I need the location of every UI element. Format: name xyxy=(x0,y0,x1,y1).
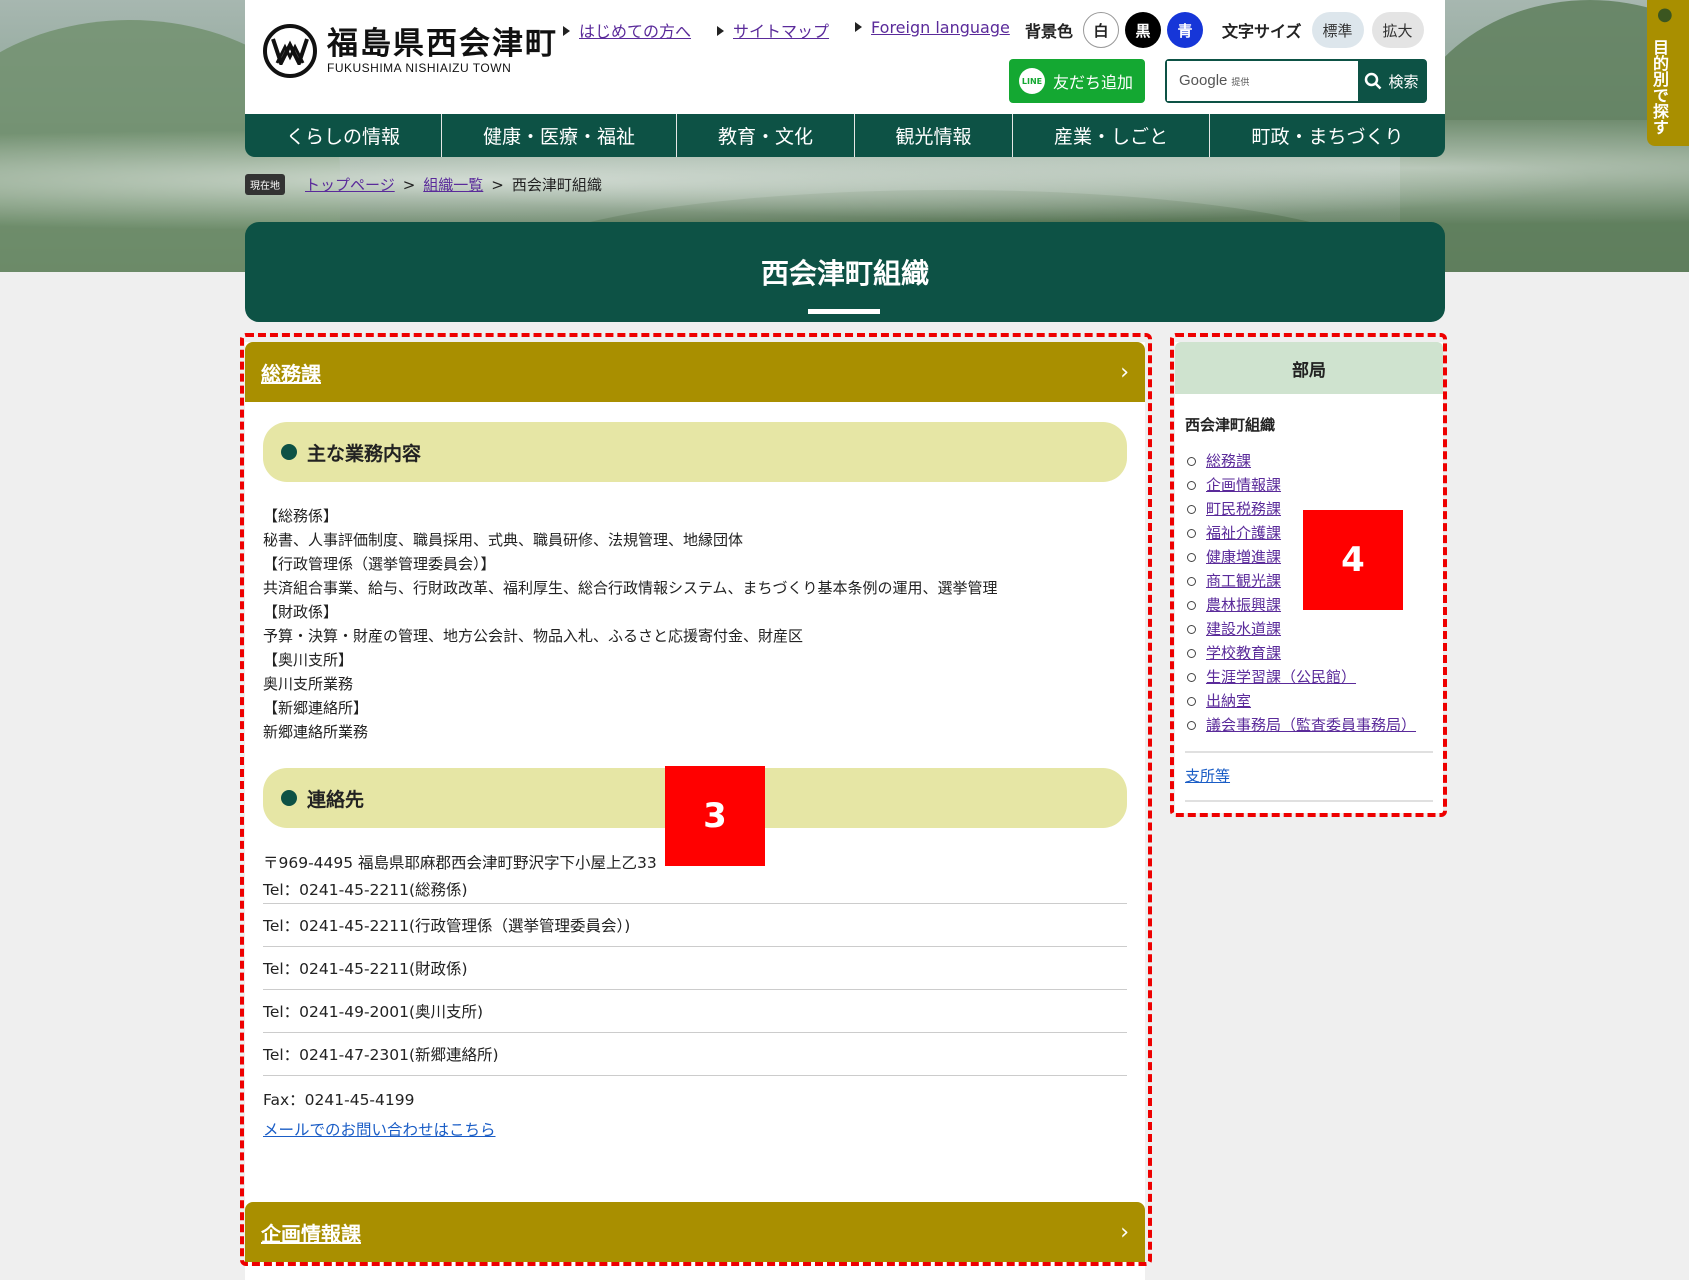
site-search: Google 提供 検索 xyxy=(1165,59,1427,103)
font-size-switcher: 文字サイズ 標準 拡大 xyxy=(1222,12,1424,48)
triangle-right-icon xyxy=(855,22,863,32)
page-title-bar: 西会津町組織 xyxy=(245,222,1445,322)
search-button-label: 検索 xyxy=(1388,72,1419,91)
breadcrumb-current: 西会津町組織 xyxy=(511,176,602,194)
nav-item-tourism[interactable]: 観光情報 xyxy=(855,114,1013,157)
breadcrumb-separator: > xyxy=(402,175,416,194)
link-first-time[interactable]: はじめての方へ xyxy=(579,22,691,41)
triangle-right-icon xyxy=(717,26,725,36)
utility-nav: はじめての方へ サイトマップ Foreign language xyxy=(563,18,1010,42)
site-logo[interactable]: 福島県西会津町 FUKUSHIMA NISHIAIZU TOWN xyxy=(263,24,558,78)
main-navigation: くらしの情報 健康・医療・福祉 教育・文化 観光情報 産業・しごと 町政・まちづ… xyxy=(245,114,1445,157)
breadcrumb: 現在地 トップページ > 組織一覧 > 西会津町組織 xyxy=(245,174,602,195)
nav-item-health[interactable]: 健康・医療・福祉 xyxy=(442,114,677,157)
bgcolor-label: 背景色 xyxy=(1025,22,1074,41)
page-title: 西会津町組織 xyxy=(760,257,929,290)
link-sitemap[interactable]: サイトマップ xyxy=(733,22,829,41)
link-foreign-language[interactable]: Foreign language xyxy=(871,18,1010,37)
bgcolor-blue-button[interactable]: 青 xyxy=(1167,12,1204,48)
annotation-marker-3: 3 xyxy=(665,766,765,866)
site-header: 福島県西会津町 FUKUSHIMA NISHIAIZU TOWN はじめての方へ… xyxy=(245,0,1445,114)
nav-item-industry[interactable]: 産業・しごと xyxy=(1013,114,1210,157)
annotation-marker-4: 4 xyxy=(1303,510,1403,610)
title-underline xyxy=(808,309,880,314)
person-icon: ● xyxy=(1657,4,1673,25)
line-button-label: 友だち追加 xyxy=(1053,73,1134,92)
breadcrumb-org-list[interactable]: 組織一覧 xyxy=(423,174,483,195)
line-add-friend-button[interactable]: LINE 友だち追加 xyxy=(1009,59,1145,103)
find-by-purpose-label: 目的別で探す xyxy=(1650,39,1669,135)
breadcrumb-top[interactable]: トップページ xyxy=(305,174,395,195)
fontsize-large-button[interactable]: 拡大 xyxy=(1371,12,1424,48)
town-emblem-icon xyxy=(263,24,317,78)
nav-item-education[interactable]: 教育・文化 xyxy=(677,114,855,157)
line-icon: LINE xyxy=(1019,68,1045,94)
search-icon xyxy=(1365,72,1382,90)
search-button[interactable]: 検索 xyxy=(1358,61,1425,101)
fontsize-label: 文字サイズ xyxy=(1222,22,1302,41)
fontsize-standard-button[interactable]: 標準 xyxy=(1311,12,1364,48)
bgcolor-black-button[interactable]: 黒 xyxy=(1125,12,1162,48)
breadcrumb-separator: > xyxy=(491,175,504,194)
nav-item-living[interactable]: くらしの情報 xyxy=(245,114,442,157)
triangle-right-icon xyxy=(563,26,570,36)
find-by-purpose-tab[interactable]: ● 目的別で探す xyxy=(1647,0,1689,146)
logo-english-text: FUKUSHIMA NISHIAIZU TOWN xyxy=(327,61,512,75)
bgcolor-white-button[interactable]: 白 xyxy=(1083,12,1120,48)
logo-japanese-text: 福島県西会津町 xyxy=(327,26,558,62)
nav-item-town-admin[interactable]: 町政・まちづくり xyxy=(1210,114,1445,157)
google-brand: Google 提供 xyxy=(1179,72,1250,89)
background-color-switcher: 背景色 白 黒 青 xyxy=(1025,12,1204,48)
current-location-badge: 現在地 xyxy=(245,174,285,195)
